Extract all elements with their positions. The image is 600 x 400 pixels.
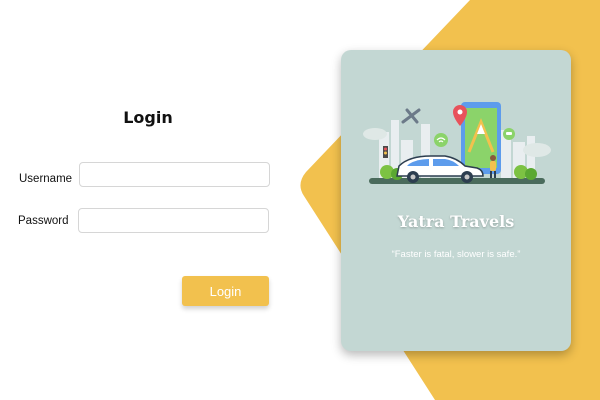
brand-card: Yatra Travels “Faster is fatal, slower i… (341, 50, 571, 351)
password-input[interactable] (78, 208, 269, 233)
password-label: Password (18, 215, 69, 227)
login-heading: Login (123, 108, 173, 127)
brand-tagline: “Faster is fatal, slower is safe.” (391, 249, 521, 260)
login-button[interactable]: Login (182, 276, 269, 306)
brand-name: Yatra Travels (397, 212, 515, 231)
login-page: Login Username Password Login Yatra Trav… (0, 0, 600, 400)
username-label: Username (19, 173, 73, 185)
travel-illustration (363, 102, 551, 184)
username-input[interactable] (79, 162, 270, 187)
